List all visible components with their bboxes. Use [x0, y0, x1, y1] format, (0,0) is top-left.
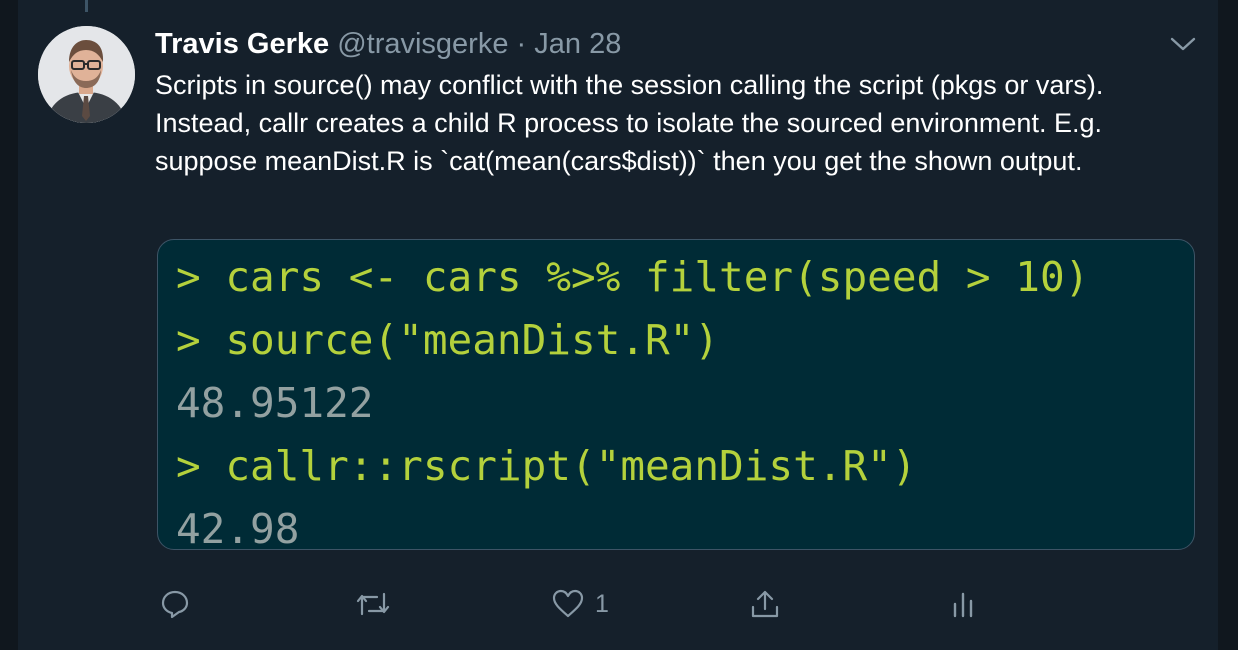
tweet-text: Scripts in source() may conflict with th…	[155, 70, 1104, 176]
avatar[interactable]	[38, 26, 135, 123]
thread-line	[85, 0, 88, 12]
share-button[interactable]	[749, 582, 781, 626]
heart-icon	[551, 588, 585, 620]
chevron-down-icon[interactable]	[1168, 34, 1198, 54]
code-line: > source("meanDist.R")	[176, 316, 720, 364]
like-count: 1	[595, 589, 609, 618]
code-output-line: 48.95122	[176, 379, 374, 427]
analytics-button[interactable]	[950, 582, 978, 626]
tweet-header: Travis Gerke @travisgerke · Jan 28	[155, 26, 621, 62]
tweet-actions: 1	[0, 582, 1238, 626]
author-name[interactable]: Travis Gerke	[155, 28, 329, 60]
header-separator: ·	[516, 28, 527, 60]
tweet-date[interactable]: Jan 28	[534, 28, 621, 60]
left-gutter	[0, 0, 18, 650]
reply-icon	[159, 588, 191, 620]
author-handle[interactable]: @travisgerke	[337, 28, 508, 60]
like-button[interactable]: 1	[551, 582, 609, 626]
analytics-icon	[950, 588, 978, 620]
code-screenshot-image[interactable]: > cars <- cars %>% filter(speed > 10) > …	[157, 239, 1195, 550]
retweet-button[interactable]	[355, 582, 391, 626]
right-gutter	[1218, 0, 1238, 650]
share-icon	[749, 588, 781, 620]
reply-button[interactable]	[159, 582, 191, 626]
code-line: > cars <- cars %>% filter(speed > 10)	[176, 253, 1090, 301]
code-line: > callr::rscript("meanDist.R")	[176, 442, 917, 490]
avatar-photo	[38, 26, 135, 123]
retweet-icon	[355, 588, 391, 620]
code-output-line: 42.98	[176, 505, 300, 550]
